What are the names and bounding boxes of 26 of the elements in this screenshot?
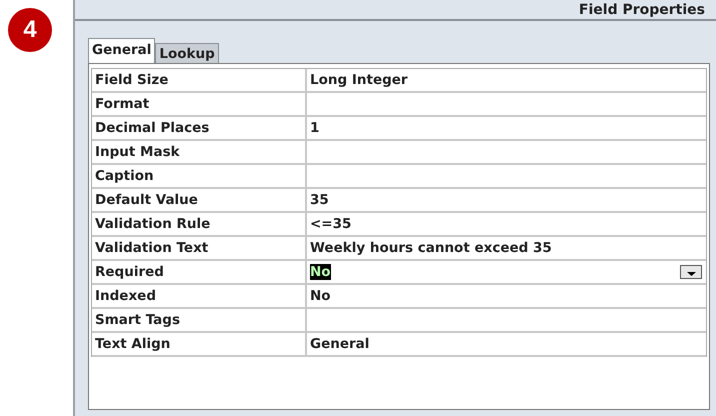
dropdown-button[interactable]: [680, 265, 702, 279]
property-value[interactable]: Weekly hours cannot exceed 35: [310, 240, 552, 256]
property-name: Required: [92, 261, 307, 283]
property-name: Field Size: [92, 69, 307, 91]
property-value[interactable]: 1: [310, 120, 320, 136]
property-name: Format: [92, 93, 307, 115]
property-name: Text Align: [92, 333, 307, 355]
property-value[interactable]: <=35: [310, 216, 352, 232]
property-value[interactable]: No: [310, 264, 331, 280]
property-name: Indexed: [92, 285, 307, 307]
property-value[interactable]: General: [310, 336, 370, 352]
tab[interactable]: Lookup: [155, 43, 219, 63]
property-value[interactable]: 35: [310, 192, 329, 208]
step-badge: 4: [8, 8, 52, 52]
property-name: Validation Text: [92, 237, 307, 259]
property-name: Decimal Places: [92, 117, 307, 139]
caret-icon: [686, 272, 696, 276]
panel-title: Field Properties: [578, 2, 705, 18]
property-name: Default Value: [92, 189, 307, 211]
property-value[interactable]: Long Integer: [310, 72, 408, 88]
property-name: Validation Rule: [92, 213, 307, 235]
property-name: Smart Tags: [92, 309, 307, 331]
property-name: Input Mask: [92, 141, 307, 163]
property-name: Caption: [92, 165, 307, 187]
tab[interactable]: General: [88, 38, 156, 63]
property-value[interactable]: No: [310, 288, 331, 304]
